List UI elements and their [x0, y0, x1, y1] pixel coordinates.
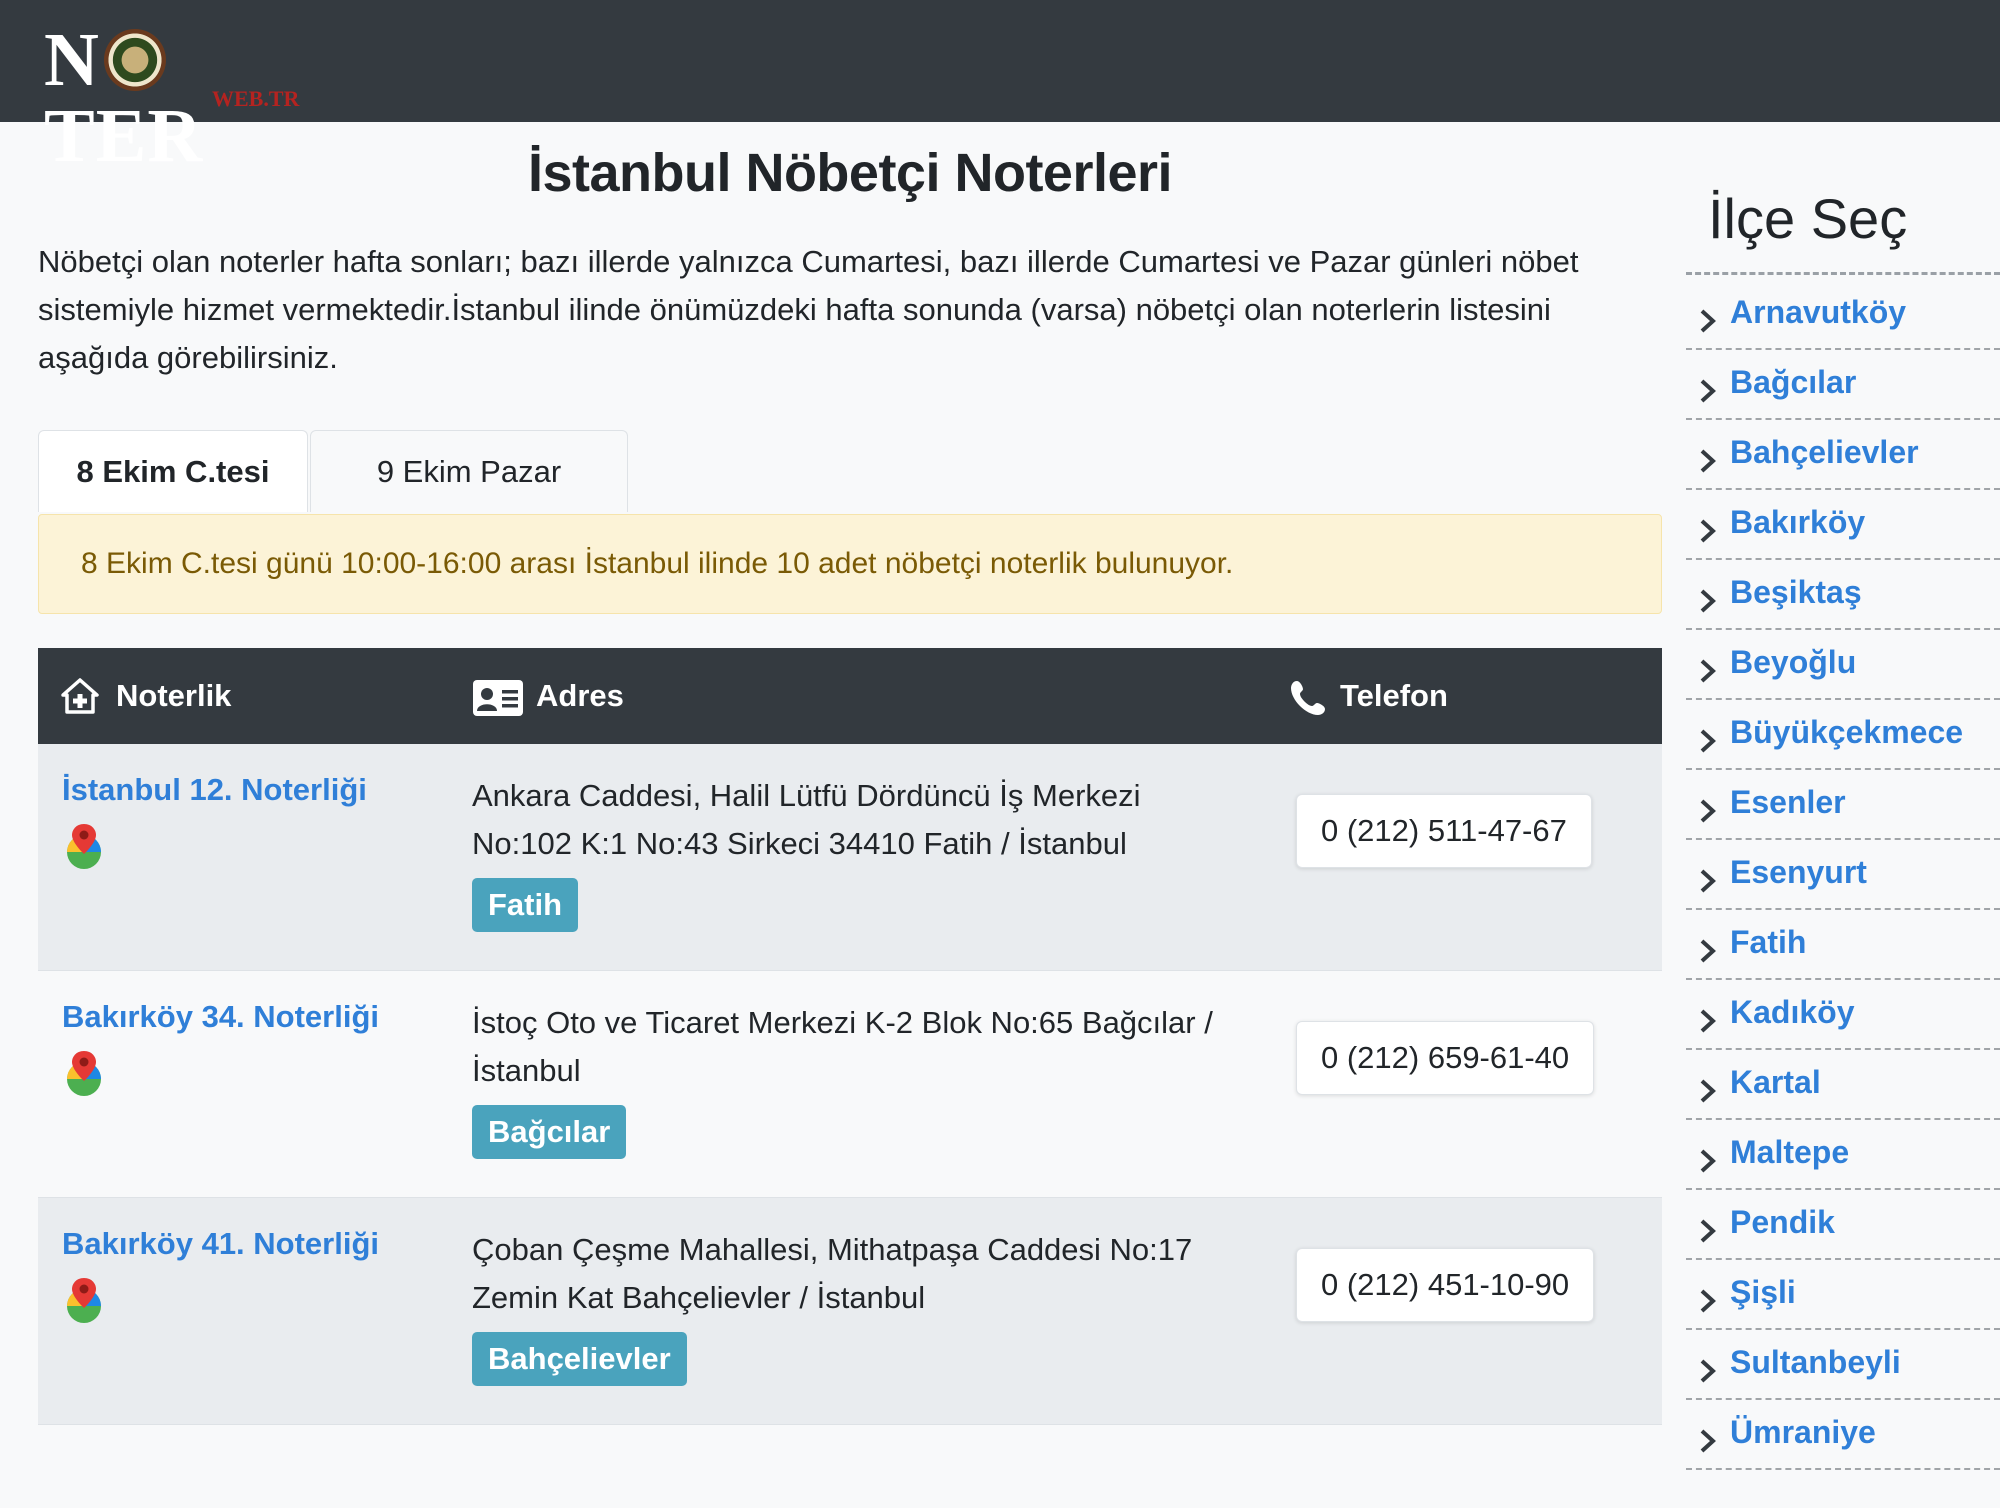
phone-button[interactable]: 0 (212) 511-47-67	[1296, 794, 1592, 868]
chevron-right-icon	[1700, 729, 1716, 753]
sidebar-item-district[interactable]: Ümraniye	[1686, 1400, 2000, 1470]
notary-name-link[interactable]: Bakırköy 34. Noterliği	[62, 999, 379, 1035]
table-header: Noterlik Adres Telefon	[38, 648, 1662, 744]
table-row: İstanbul 12. Noterliği Ankara Caddesi, H…	[38, 744, 1662, 971]
logo-emblem-icon	[103, 29, 166, 91]
sidebar-item-label: Esenler	[1730, 784, 1846, 820]
id-card-icon	[473, 680, 523, 716]
sidebar-item-district[interactable]: Bahçelievler	[1686, 420, 2000, 490]
site-logo[interactable]: NTER WEB.TR	[44, 18, 314, 174]
sidebar-item-label: Büyükçekmece	[1730, 714, 1964, 750]
notary-address: Ankara Caddesi, Halil Lütfü Dördüncü İş …	[472, 778, 1141, 861]
chevron-right-icon	[1700, 449, 1716, 473]
chevron-right-icon	[1700, 309, 1716, 333]
date-tabs: 8 Ekim C.tesi 9 Ekim Pazar	[38, 430, 1662, 516]
chevron-right-icon	[1700, 659, 1716, 683]
tab-sunday[interactable]: 9 Ekim Pazar	[310, 430, 628, 512]
sidebar-item-district[interactable]: Beyoğlu	[1686, 630, 2000, 700]
chevron-right-icon	[1700, 1289, 1716, 1313]
sidebar-item-label: Beyoğlu	[1730, 644, 1857, 680]
district-badge[interactable]: Bahçelievler	[472, 1332, 687, 1386]
chevron-right-icon	[1700, 1009, 1716, 1033]
tab-saturday[interactable]: 8 Ekim C.tesi	[38, 430, 308, 512]
district-list: Arnavutköy Bağcılar Bahçelievler Bakırköy Be…	[1686, 280, 2000, 1470]
notary-address: İstoç Oto ve Ticaret Merkezi K-2 Blok No…	[472, 1005, 1213, 1088]
chevron-right-icon	[1700, 1219, 1716, 1243]
sidebar-item-district[interactable]: Fatih	[1686, 910, 2000, 980]
sidebar-item-label: Pendik	[1730, 1204, 1835, 1240]
top-navbar: NTER WEB.TR	[0, 0, 2000, 174]
phone-icon	[1291, 681, 1325, 715]
district-badge[interactable]: Fatih	[472, 878, 579, 932]
sidebar-item-label: Maltepe	[1730, 1134, 1850, 1170]
chevron-right-icon	[1700, 1429, 1716, 1453]
google-maps-pin-icon[interactable]	[64, 1276, 104, 1324]
sidebar-item-label: Şişli	[1730, 1274, 1796, 1310]
header-name-label: Noterlik	[116, 678, 232, 713]
sidebar-item-district[interactable]: Kartal	[1686, 1050, 2000, 1120]
chevron-right-icon	[1700, 379, 1716, 403]
info-alert: 8 Ekim C.tesi günü 10:00-16:00 arası İst…	[38, 514, 1662, 614]
notary-address: Çoban Çeşme Mahallesi, Mithatpaşa Caddes…	[472, 1232, 1193, 1315]
table-row: Bakırköy 34. Noterliği İstoç Oto ve Tica…	[38, 971, 1662, 1198]
sidebar-item-district[interactable]: Beşiktaş	[1686, 560, 2000, 630]
header-phone-label: Telefon	[1340, 678, 1448, 713]
sidebar-item-district[interactable]: Bağcılar	[1686, 350, 2000, 420]
google-maps-pin-icon[interactable]	[64, 822, 104, 870]
sidebar-item-district[interactable]: Esenyurt	[1686, 840, 2000, 910]
sidebar-item-label: Arnavutköy	[1730, 294, 1907, 330]
sidebar-item-label: Kartal	[1730, 1064, 1821, 1100]
sidebar-item-district[interactable]: Maltepe	[1686, 1120, 2000, 1190]
intro-text: Nöbetçi olan noterler hafta sonları; baz…	[38, 244, 1579, 375]
sidebar-item-label: Bakırköy	[1730, 504, 1866, 540]
table-row: Bakırköy 41. Noterliği Çoban Çeşme Mahal…	[38, 1198, 1662, 1425]
notary-name-link[interactable]: İstanbul 12. Noterliği	[62, 772, 367, 808]
sidebar-item-label: Fatih	[1730, 924, 1807, 960]
chevron-right-icon	[1700, 1149, 1716, 1173]
chevron-right-icon	[1700, 1359, 1716, 1383]
chevron-right-icon	[1700, 799, 1716, 823]
sidebar-title-divider	[1686, 272, 2000, 275]
sidebar-item-district[interactable]: Esenler	[1686, 770, 2000, 840]
sidebar-item-label: Ümraniye	[1730, 1414, 1876, 1450]
sidebar-item-label: Kadıköy	[1730, 994, 1855, 1030]
sidebar-item-district[interactable]: Sultanbeyli	[1686, 1330, 2000, 1400]
google-maps-pin-icon[interactable]	[64, 1049, 104, 1097]
sidebar-title: İlçe Seç	[1708, 187, 1908, 250]
notary-name-link[interactable]: Bakırköy 41. Noterliği	[62, 1226, 379, 1262]
sidebar-item-district[interactable]: Kadıköy	[1686, 980, 2000, 1050]
logo-subtitle: WEB.TR	[212, 86, 300, 111]
chevron-right-icon	[1700, 869, 1716, 893]
chevron-right-icon	[1700, 519, 1716, 543]
sidebar-item-label: Esenyurt	[1730, 854, 1867, 890]
notary-table: Noterlik Adres Telefon İstanbul 12. Note…	[38, 648, 1662, 1425]
page-title: İstanbul Nöbetçi Noterleri	[527, 143, 1173, 203]
sidebar-item-label: Bahçelievler	[1730, 434, 1919, 470]
sidebar-item-label: Beşiktaş	[1730, 574, 1862, 610]
chevron-right-icon	[1700, 939, 1716, 963]
sidebar-item-district[interactable]: Büyükçekmece	[1686, 700, 2000, 770]
chevron-right-icon	[1700, 1079, 1716, 1103]
sidebar-item-label: Sultanbeyli	[1730, 1344, 1901, 1380]
sidebar-item-district[interactable]: Arnavutköy	[1686, 280, 2000, 350]
sidebar-item-district[interactable]: Bakırköy	[1686, 490, 2000, 560]
sidebar-item-district[interactable]: Pendik	[1686, 1190, 2000, 1260]
phone-button[interactable]: 0 (212) 659-61-40	[1296, 1021, 1595, 1095]
header-address-label: Adres	[536, 678, 624, 713]
logo-letter-n: N	[44, 18, 100, 102]
district-badge[interactable]: Bağcılar	[472, 1105, 627, 1159]
phone-button[interactable]: 0 (212) 451-10-90	[1296, 1248, 1595, 1322]
chevron-right-icon	[1700, 589, 1716, 613]
home-plus-icon	[61, 678, 99, 714]
sidebar-item-label: Bağcılar	[1730, 364, 1857, 400]
sidebar-item-district[interactable]: Şişli	[1686, 1260, 2000, 1330]
